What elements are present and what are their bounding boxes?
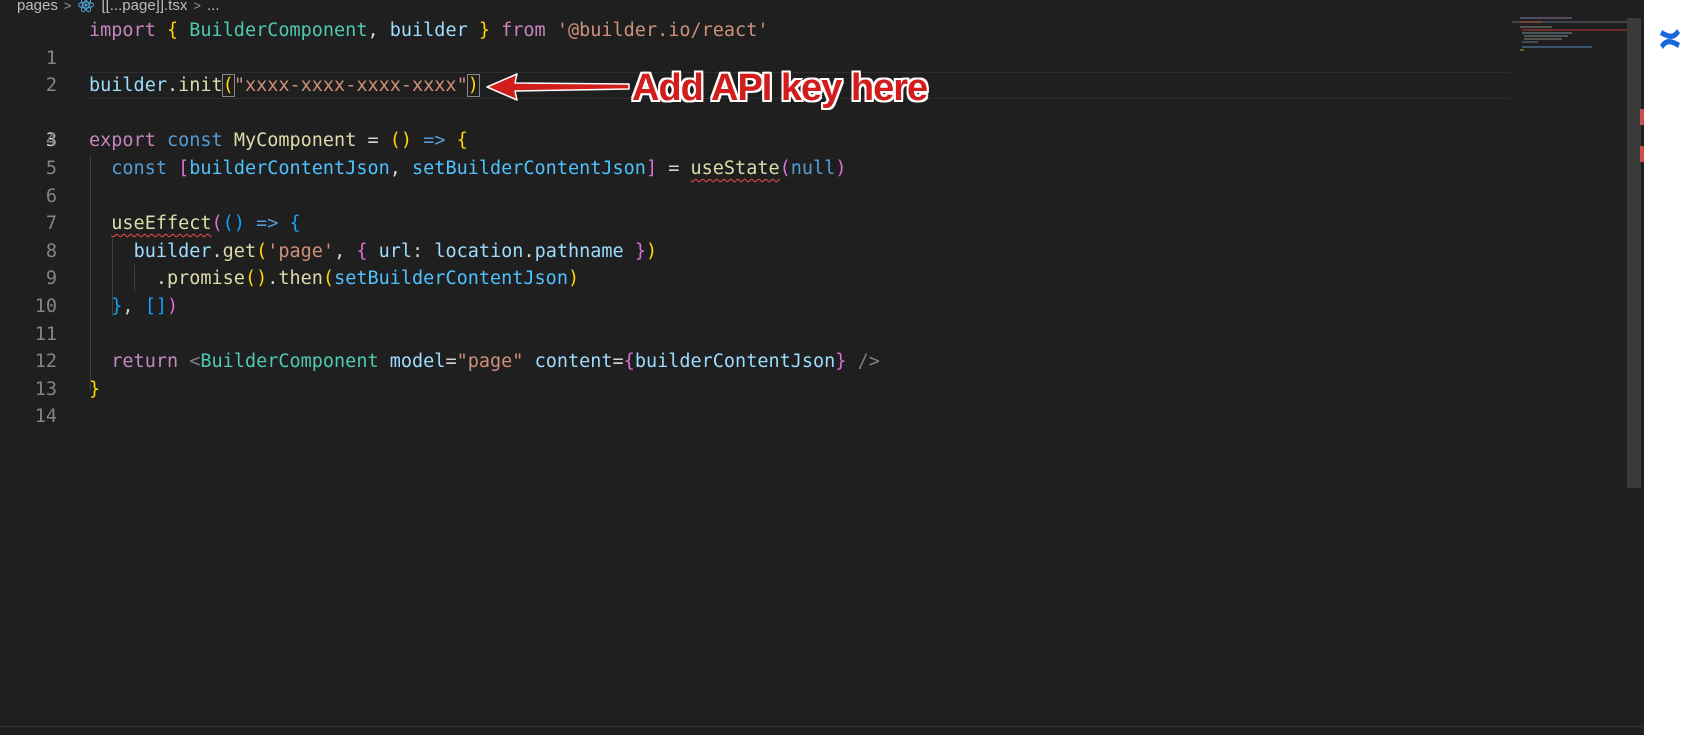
code-line[interactable]: 5 export const MyComponent = () => { xyxy=(0,127,1510,179)
line-text: builder.init("xxxx-xxxx-xxxx-xxxx") xyxy=(89,74,480,98)
minimap[interactable] xyxy=(1512,14,1628,54)
code-line[interactable]: 11 }, []) xyxy=(0,293,1510,345)
line-text: }, []) xyxy=(111,295,179,317)
line-text: } xyxy=(89,378,101,400)
breadcrumb-more[interactable]: ... xyxy=(207,0,220,14)
line-text: builder.get('page', { url: location.path… xyxy=(133,240,658,262)
vertical-scrollbar[interactable] xyxy=(1627,18,1641,488)
code-editor[interactable]: pages > [[...page]].tsx > ... 1 import {… xyxy=(0,0,1644,735)
code-line[interactable]: 14 } xyxy=(0,376,1510,428)
confluence-icon[interactable] xyxy=(1658,26,1682,52)
line-number: 14 xyxy=(34,406,57,428)
code-line[interactable]: 1 import { BuilderComponent, builder } f… xyxy=(0,17,1510,69)
code-line[interactable]: 7 xyxy=(0,183,1510,234)
line-text: useEffect(() => { xyxy=(111,213,301,235)
annotation-arrow xyxy=(486,73,630,101)
react-icon xyxy=(78,0,95,13)
code-line[interactable]: 12 xyxy=(0,321,1510,372)
code-line[interactable]: 6 const [builderContentJson, setBuilderC… xyxy=(0,155,1510,207)
code-line[interactable]: 8 useEffect(() => { xyxy=(0,210,1510,262)
extension-sidebar xyxy=(1644,0,1695,735)
annotation-label: Add API key here xyxy=(632,67,928,109)
line-text: import { BuilderComponent, builder } fro… xyxy=(89,20,769,41)
code-line[interactable]: 10 .promise().then(setBuilderContentJson… xyxy=(0,265,1510,317)
line-text: .promise().then(setBuilderContentJson) xyxy=(155,268,580,290)
panel-divider xyxy=(0,726,1644,727)
code-line[interactable]: 9 builder.get('page', { url: location.pa… xyxy=(0,238,1510,290)
line-text: export const MyComponent = () => { xyxy=(89,130,468,152)
chevron-right-icon: > xyxy=(193,0,201,13)
line-text: return <BuilderComponent model="page" co… xyxy=(111,351,880,373)
breadcrumb-folder[interactable]: pages xyxy=(17,0,58,14)
code-line[interactable]: 13 return <BuilderComponent model="page"… xyxy=(0,348,1510,400)
chevron-right-icon: > xyxy=(63,0,72,13)
breadcrumb-file[interactable]: [[...page]].tsx xyxy=(101,0,187,14)
breadcrumb: pages > [[...page]].tsx > ... xyxy=(17,0,219,15)
line-text: const [builderContentJson, setBuilderCon… xyxy=(111,157,847,179)
